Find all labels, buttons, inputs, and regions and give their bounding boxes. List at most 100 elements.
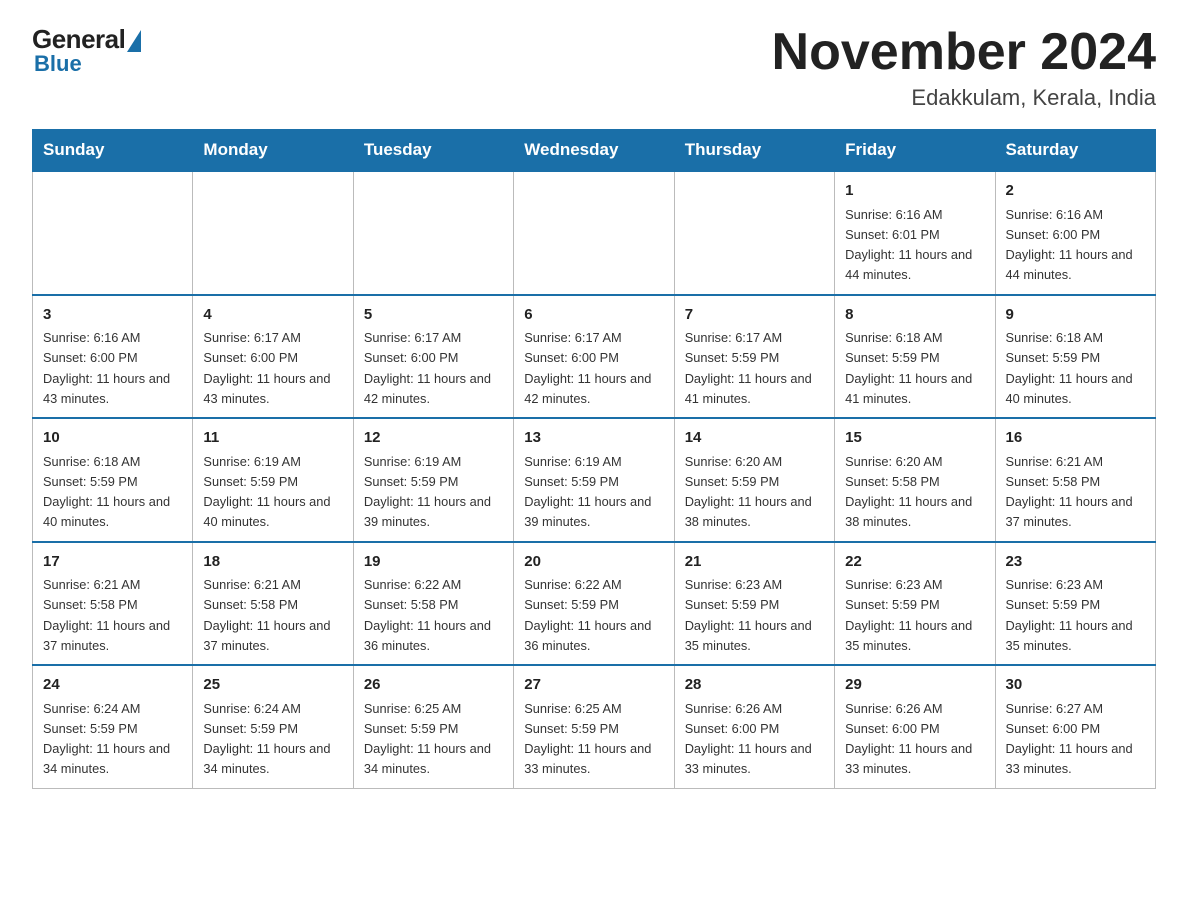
calendar-cell (193, 171, 353, 295)
calendar-cell: 8Sunrise: 6:18 AM Sunset: 5:59 PM Daylig… (835, 295, 995, 419)
calendar-cell: 19 Sunrise: 6:22 AM Sunset: 5:58 PM Dayli… (353, 542, 513, 666)
calendar-cell: 7 Sunrise: 6:17 AM Sunset: 5:59 PM Daylig… (674, 295, 834, 419)
day-number: 10 (43, 427, 182, 450)
day-number: 11 (203, 427, 342, 450)
day-info: Sunrise: 6:19 AM Sunset: 5:59 PM Dayligh… (524, 454, 651, 530)
day-number: 12 (364, 427, 503, 450)
day-info: Sunrise: 6:21 AM Sunset: 5:58 PM Dayligh… (203, 577, 330, 653)
logo-blue-text: Blue (34, 51, 82, 77)
calendar-cell (33, 171, 193, 295)
calendar-cell (353, 171, 513, 295)
calendar-header-wednesday: Wednesday (514, 130, 674, 172)
day-info: Sunrise: 6:27 AM Sunset: 6:00 PM Dayligh… (1006, 701, 1133, 777)
day-number: 28 (685, 674, 824, 697)
calendar-cell: 30 Sunrise: 6:27 AM Sunset: 6:00 PM Dayli… (995, 665, 1155, 788)
day-info: Sunrise: 6:16 AM Sunset: 6:00 PM Dayligh… (1006, 207, 1133, 283)
day-info: Sunrise: 6:19 AM Sunset: 5:59 PM Dayligh… (364, 454, 491, 530)
day-number: 23 (1006, 551, 1145, 574)
calendar-header-saturday: Saturday (995, 130, 1155, 172)
day-number: 17 (43, 551, 182, 574)
calendar-cell: 13 Sunrise: 6:19 AM Sunset: 5:59 PM Dayli… (514, 418, 674, 542)
day-number: 4 (203, 304, 342, 327)
calendar-cell: 9Sunrise: 6:18 AM Sunset: 5:59 PM Daylig… (995, 295, 1155, 419)
day-number: 15 (845, 427, 984, 450)
calendar-cell: 27 Sunrise: 6:25 AM Sunset: 5:59 PM Dayli… (514, 665, 674, 788)
day-number: 18 (203, 551, 342, 574)
day-number: 24 (43, 674, 182, 697)
day-info: Sunrise: 6:21 AM Sunset: 5:58 PM Dayligh… (43, 577, 170, 653)
day-info: Sunrise: 6:18 AM Sunset: 5:59 PM Dayligh… (43, 454, 170, 530)
logo-arrow-icon (127, 30, 141, 52)
day-number: 6 (524, 304, 663, 327)
calendar-cell: 29 Sunrise: 6:26 AM Sunset: 6:00 PM Dayli… (835, 665, 995, 788)
day-number: 16 (1006, 427, 1145, 450)
day-info: Sunrise: 6:23 AM Sunset: 5:59 PM Dayligh… (845, 577, 972, 653)
calendar-header-thursday: Thursday (674, 130, 834, 172)
week-row-1: 1Sunrise: 6:16 AM Sunset: 6:01 PM Daylig… (33, 171, 1156, 295)
day-number: 3 (43, 304, 182, 327)
day-number: 21 (685, 551, 824, 574)
day-info: Sunrise: 6:17 AM Sunset: 5:59 PM Dayligh… (685, 330, 812, 406)
day-info: Sunrise: 6:20 AM Sunset: 5:59 PM Dayligh… (685, 454, 812, 530)
week-row-5: 24 Sunrise: 6:24 AM Sunset: 5:59 PM Dayli… (33, 665, 1156, 788)
day-number: 20 (524, 551, 663, 574)
day-number: 13 (524, 427, 663, 450)
calendar-cell: 14 Sunrise: 6:20 AM Sunset: 5:59 PM Dayli… (674, 418, 834, 542)
day-info: Sunrise: 6:25 AM Sunset: 5:59 PM Dayligh… (524, 701, 651, 777)
day-info: Sunrise: 6:25 AM Sunset: 5:59 PM Dayligh… (364, 701, 491, 777)
calendar-cell: 2Sunrise: 6:16 AM Sunset: 6:00 PM Daylig… (995, 171, 1155, 295)
day-info: Sunrise: 6:24 AM Sunset: 5:59 PM Dayligh… (203, 701, 330, 777)
day-info: Sunrise: 6:17 AM Sunset: 6:00 PM Dayligh… (203, 330, 330, 406)
calendar-cell: 11 Sunrise: 6:19 AM Sunset: 5:59 PM Dayli… (193, 418, 353, 542)
calendar-cell: 20 Sunrise: 6:22 AM Sunset: 5:59 PM Dayli… (514, 542, 674, 666)
day-info: Sunrise: 6:22 AM Sunset: 5:58 PM Dayligh… (364, 577, 491, 653)
calendar-header-row: SundayMondayTuesdayWednesdayThursdayFrid… (33, 130, 1156, 172)
calendar-cell: 5 Sunrise: 6:17 AM Sunset: 6:00 PM Daylig… (353, 295, 513, 419)
calendar-cell: 12 Sunrise: 6:19 AM Sunset: 5:59 PM Dayli… (353, 418, 513, 542)
calendar-cell: 26 Sunrise: 6:25 AM Sunset: 5:59 PM Dayli… (353, 665, 513, 788)
calendar-cell: 3 Sunrise: 6:16 AM Sunset: 6:00 PM Daylig… (33, 295, 193, 419)
logo: General Blue (32, 24, 141, 77)
day-number: 14 (685, 427, 824, 450)
calendar-table: SundayMondayTuesdayWednesdayThursdayFrid… (32, 129, 1156, 789)
day-info: Sunrise: 6:24 AM Sunset: 5:59 PM Dayligh… (43, 701, 170, 777)
day-number: 7 (685, 304, 824, 327)
calendar-cell: 24 Sunrise: 6:24 AM Sunset: 5:59 PM Dayli… (33, 665, 193, 788)
calendar-cell: 4 Sunrise: 6:17 AM Sunset: 6:00 PM Daylig… (193, 295, 353, 419)
day-info: Sunrise: 6:20 AM Sunset: 5:58 PM Dayligh… (845, 454, 972, 530)
calendar-cell: 17 Sunrise: 6:21 AM Sunset: 5:58 PM Dayli… (33, 542, 193, 666)
title-area: November 2024 Edakkulam, Kerala, India (772, 24, 1156, 111)
week-row-2: 3 Sunrise: 6:16 AM Sunset: 6:00 PM Daylig… (33, 295, 1156, 419)
day-number: 25 (203, 674, 342, 697)
day-info: Sunrise: 6:17 AM Sunset: 6:00 PM Dayligh… (364, 330, 491, 406)
calendar-cell: 10 Sunrise: 6:18 AM Sunset: 5:59 PM Dayli… (33, 418, 193, 542)
calendar-cell: 16Sunrise: 6:21 AM Sunset: 5:58 PM Dayli… (995, 418, 1155, 542)
day-number: 22 (845, 551, 984, 574)
calendar-header-tuesday: Tuesday (353, 130, 513, 172)
calendar-cell: 6 Sunrise: 6:17 AM Sunset: 6:00 PM Daylig… (514, 295, 674, 419)
day-info: Sunrise: 6:18 AM Sunset: 5:59 PM Dayligh… (845, 330, 972, 406)
calendar-cell: 18 Sunrise: 6:21 AM Sunset: 5:58 PM Dayli… (193, 542, 353, 666)
day-number: 5 (364, 304, 503, 327)
calendar-cell (674, 171, 834, 295)
day-number: 26 (364, 674, 503, 697)
day-info: Sunrise: 6:17 AM Sunset: 6:00 PM Dayligh… (524, 330, 651, 406)
day-number: 19 (364, 551, 503, 574)
calendar-cell: 22 Sunrise: 6:23 AM Sunset: 5:59 PM Dayli… (835, 542, 995, 666)
day-number: 9 (1006, 304, 1145, 327)
day-info: Sunrise: 6:22 AM Sunset: 5:59 PM Dayligh… (524, 577, 651, 653)
calendar-cell: 25 Sunrise: 6:24 AM Sunset: 5:59 PM Dayli… (193, 665, 353, 788)
calendar-cell: 28Sunrise: 6:26 AM Sunset: 6:00 PM Dayli… (674, 665, 834, 788)
day-info: Sunrise: 6:16 AM Sunset: 6:00 PM Dayligh… (43, 330, 170, 406)
calendar-cell: 23Sunrise: 6:23 AM Sunset: 5:59 PM Dayli… (995, 542, 1155, 666)
day-info: Sunrise: 6:16 AM Sunset: 6:01 PM Dayligh… (845, 207, 972, 283)
week-row-4: 17 Sunrise: 6:21 AM Sunset: 5:58 PM Dayli… (33, 542, 1156, 666)
month-title: November 2024 (772, 24, 1156, 81)
calendar-header-monday: Monday (193, 130, 353, 172)
day-info: Sunrise: 6:19 AM Sunset: 5:59 PM Dayligh… (203, 454, 330, 530)
calendar-cell: 15 Sunrise: 6:20 AM Sunset: 5:58 PM Dayli… (835, 418, 995, 542)
day-number: 30 (1006, 674, 1145, 697)
day-info: Sunrise: 6:26 AM Sunset: 6:00 PM Dayligh… (845, 701, 972, 777)
day-number: 29 (845, 674, 984, 697)
day-number: 27 (524, 674, 663, 697)
